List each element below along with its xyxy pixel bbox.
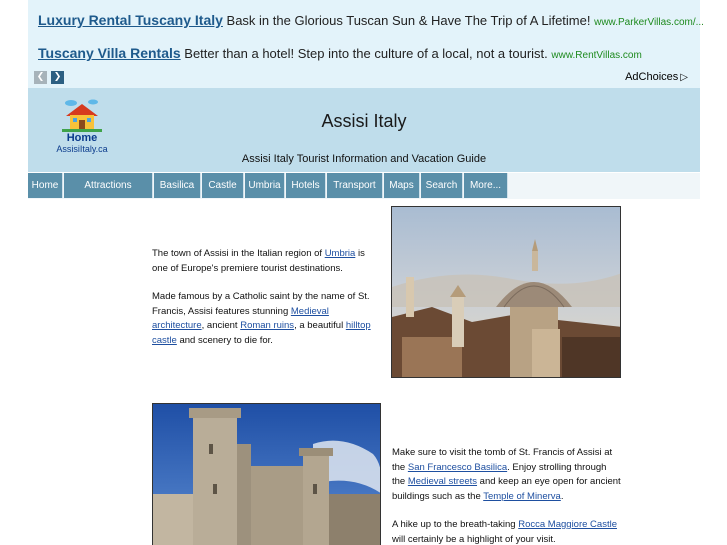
umbria-link[interactable]: Umbria <box>325 248 356 259</box>
chevron-right-icon[interactable]: ❯ <box>51 71 64 84</box>
ad-line: Luxury Rental Tuscany Italy Bask in the … <box>38 12 704 28</box>
nav-item-attractions[interactable]: Attractions <box>64 173 153 198</box>
medieval-streets-link[interactable]: Medieval streets <box>408 476 477 487</box>
text-span: A hike up to the breath-taking <box>392 519 519 530</box>
castle-photo <box>152 403 381 545</box>
ad-title-link[interactable]: Luxury Rental Tuscany Italy <box>38 12 223 28</box>
ad-url-link[interactable]: www.RentVillas.com <box>551 50 641 61</box>
intro-paragraph: The town of Assisi in the Italian region… <box>152 247 380 276</box>
text-span: will certainly be a highlight of your vi… <box>392 533 556 545</box>
temple-of-minerva-link[interactable]: Temple of Minerva <box>483 491 561 502</box>
adchoices-link[interactable]: AdChoices ▷ <box>625 71 688 83</box>
castle-paragraph: A hike up to the breath-taking Rocca Mag… <box>392 518 622 545</box>
nav-item-castle[interactable]: Castle <box>202 173 244 198</box>
nav-item-hotels[interactable]: Hotels <box>286 173 326 198</box>
nav-item-basilica[interactable]: Basilica <box>154 173 201 198</box>
nav-item-search[interactable]: Search <box>421 173 463 198</box>
site-tagline: Assisi Italy Tourist Information and Vac… <box>241 153 487 165</box>
text-span: and scenery to die for. <box>176 334 273 346</box>
text-span: Made famous by a Catholic saint by the n… <box>152 291 370 317</box>
ad-url-link[interactable]: www.ParkerVillas.com/... <box>594 17 704 28</box>
rocca-maggiore-link[interactable]: Rocca Maggiore Castle <box>518 519 617 530</box>
ad-block: Luxury Rental Tuscany Italy Bask in the … <box>28 0 704 88</box>
logo-home-text: Home <box>66 132 98 144</box>
ad-title-link[interactable]: Tuscany Villa Rentals <box>38 45 181 61</box>
ad-pager: ❮ ❯ <box>34 71 64 84</box>
nav-item-maps[interactable]: Maps <box>384 173 420 198</box>
adchoices-icon: ▷ <box>680 71 688 83</box>
text-span: , a beautiful <box>294 320 346 331</box>
intro-text: The town of Assisi in the Italian region… <box>152 247 380 362</box>
text-span: . <box>560 490 564 502</box>
san-francesco-basilica-link[interactable]: San Francesco Basilica <box>408 462 507 473</box>
basilica-photo <box>391 206 621 378</box>
nav-item-transport[interactable]: Transport <box>327 173 383 198</box>
text-span: The town of Assisi in the Italian region… <box>152 248 325 259</box>
nav-item-home[interactable]: Home <box>28 173 63 198</box>
ad-line: Tuscany Villa Rentals Better than a hote… <box>38 45 642 61</box>
chevron-left-icon[interactable]: ❮ <box>34 71 47 84</box>
adchoices-label: AdChoices <box>625 71 679 83</box>
site-header: Home AssisiItaly.ca Assisi Italy Assisi … <box>28 88 700 172</box>
ad-body: Bask in the Glorious Tuscan Sun & Have T… <box>226 13 591 28</box>
text-span: , ancient <box>201 320 241 331</box>
main-nav: Home Attractions Basilica Castle Umbria … <box>28 173 700 199</box>
visit-text: Make sure to visit the tomb of St. Franc… <box>392 446 622 545</box>
page-title: Assisi Italy <box>321 111 407 131</box>
roman-ruins-link[interactable]: Roman ruins <box>240 320 294 331</box>
ad-body: Better than a hotel! Step into the cultu… <box>184 46 548 61</box>
features-paragraph: Made famous by a Catholic saint by the n… <box>152 290 380 348</box>
nav-item-umbria[interactable]: Umbria <box>245 173 285 198</box>
visit-paragraph: Make sure to visit the tomb of St. Franc… <box>392 446 622 504</box>
nav-item-more[interactable]: More... <box>464 173 508 198</box>
